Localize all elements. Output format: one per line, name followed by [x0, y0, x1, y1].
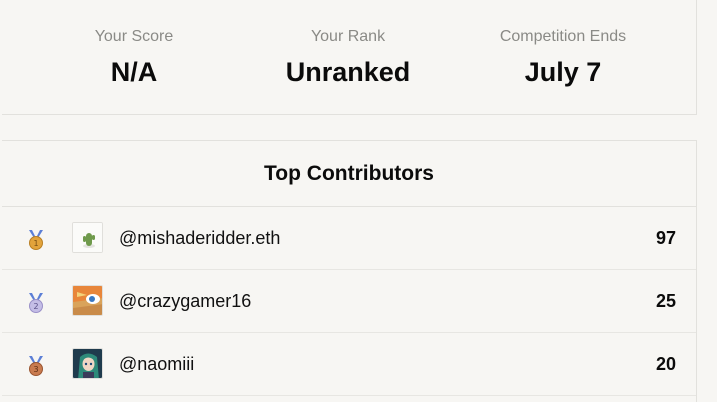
your-score-value: N/A — [110, 57, 158, 87]
competition-ends-label: Competition Ends — [499, 28, 627, 45]
your-rank-label: Your Rank — [310, 28, 386, 45]
contributor-row[interactable]: 3 @naomiii 20 — [2, 333, 696, 396]
contributor-score: 97 — [655, 228, 676, 248]
your-score-stat: Your Score N/A — [24, 27, 244, 89]
competition-ends-value: July 7 — [524, 57, 602, 87]
top-contributors-card: Top Contributors 1 @mishaderidder.eth 97 — [2, 140, 697, 402]
contributor-score: 25 — [655, 291, 676, 311]
anime-avatar-icon — [72, 348, 103, 379]
contributor-row[interactable]: 2 @crazygamer16 25 — [2, 270, 696, 333]
medal-rank-text: 3 — [33, 365, 38, 374]
medal-rank-text: 1 — [33, 239, 38, 248]
stats-card: Your Score N/A Your Rank Unranked Compet… — [2, 0, 697, 115]
gold-medal-icon: 1 — [29, 230, 43, 250]
medal-rank-text: 2 — [33, 302, 38, 311]
silver-medal-icon: 2 — [29, 293, 43, 313]
your-rank-stat: Your Rank Unranked — [238, 27, 458, 89]
cactus-avatar-icon — [72, 222, 103, 253]
contributor-handle[interactable]: @crazygamer16 — [119, 270, 251, 333]
top-contributors-title: Top Contributors — [2, 141, 696, 207]
competition-ends-stat: Competition Ends July 7 — [453, 27, 673, 89]
contributor-row[interactable]: 1 @mishaderidder.eth 97 — [2, 207, 696, 270]
contributor-handle[interactable]: @naomiii — [119, 333, 194, 396]
bronze-medal-icon: 3 — [29, 356, 43, 376]
contributor-handle[interactable]: @mishaderidder.eth — [119, 207, 280, 270]
contributor-score: 20 — [655, 354, 676, 374]
your-score-label: Your Score — [94, 28, 174, 45]
cartoon-avatar-icon — [72, 285, 103, 316]
your-rank-value: Unranked — [285, 57, 411, 87]
